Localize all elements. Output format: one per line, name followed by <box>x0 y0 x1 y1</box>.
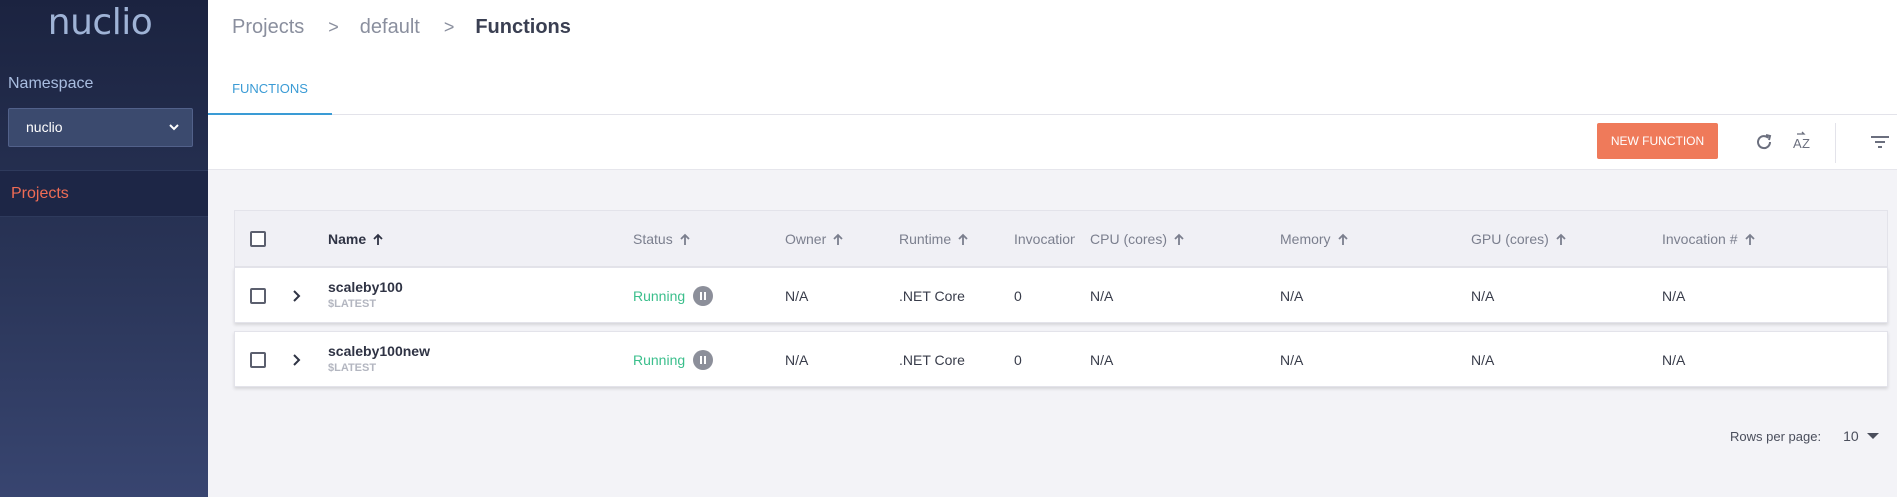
table-header: Name Status Owner Runtime Invocation CPU… <box>234 210 1888 267</box>
column-label: Invocation # <box>1662 231 1738 247</box>
column-label: Name <box>328 231 367 247</box>
sidebar-item-projects[interactable]: Projects <box>0 170 208 217</box>
page-header: Projects > default > Functions FUNCTIONS <box>208 0 1897 115</box>
svg-text:A: A <box>1793 136 1802 151</box>
chevron-down-icon <box>169 124 179 131</box>
gpu-cell: N/A <box>1471 352 1495 368</box>
caret-down-icon[interactable] <box>1866 433 1879 439</box>
new-function-button[interactable]: NEW FUNCTION <box>1597 123 1718 159</box>
table-row[interactable]: scaleby100new $LATEST Running N/A .NET C… <box>234 331 1888 387</box>
column-header-invocation-count[interactable]: Invocation # <box>1662 211 1756 268</box>
function-name[interactable]: scaleby100 <box>328 279 403 295</box>
column-header-name[interactable]: Name <box>328 211 384 268</box>
arrow-up-icon <box>833 233 843 245</box>
column-header-owner[interactable]: Owner <box>785 211 844 268</box>
toolbar: NEW FUNCTION A Z <box>208 115 1897 170</box>
column-header-status[interactable]: Status <box>633 211 691 268</box>
table-row[interactable]: scaleby100 $LATEST Running N/A .NET Core… <box>234 267 1888 323</box>
filter-icon[interactable] <box>1869 131 1891 153</box>
invocation-cell: 0 <box>1014 288 1022 304</box>
row-checkbox[interactable] <box>250 352 266 368</box>
breadcrumb-separator: > <box>443 17 455 37</box>
chevron-right-icon[interactable] <box>289 288 305 304</box>
status-badge: Running <box>633 288 686 304</box>
arrow-up-icon <box>680 233 690 245</box>
svg-text:Z: Z <box>1802 136 1810 151</box>
breadcrumb-default[interactable]: default <box>360 16 420 39</box>
namespace-value: nuclio <box>26 119 63 135</box>
gpu-cell: N/A <box>1471 288 1495 304</box>
arrow-up-icon <box>958 233 968 245</box>
arrow-up-icon <box>1337 233 1348 245</box>
status-badge: Running <box>633 352 686 368</box>
column-label: Memory <box>1280 231 1331 247</box>
select-all-checkbox[interactable] <box>250 231 266 247</box>
pause-icon[interactable] <box>693 350 713 370</box>
breadcrumb-separator: > <box>328 17 339 37</box>
breadcrumb: Projects > default > Functions <box>232 16 571 39</box>
column-label: GPU (cores) <box>1471 231 1549 247</box>
column-header-memory[interactable]: Memory <box>1280 211 1349 268</box>
column-label: CPU (cores) <box>1090 231 1168 247</box>
runtime-cell: .NET Core <box>899 288 965 304</box>
column-header-cpu[interactable]: CPU (cores) <box>1090 211 1185 268</box>
cpu-cell: N/A <box>1090 352 1114 368</box>
function-version: $LATEST <box>328 298 377 310</box>
page-title: Functions <box>475 16 571 38</box>
column-header-invocation[interactable]: Invocation <box>1014 211 1075 268</box>
chevron-right-icon[interactable] <box>289 352 305 368</box>
column-label: Runtime <box>899 231 952 247</box>
toolbar-divider <box>1835 123 1836 163</box>
sidebar: nuclio Namespace nuclio Projects <box>0 0 208 497</box>
invocation-count-cell: N/A <box>1662 352 1686 368</box>
refresh-icon[interactable] <box>1753 131 1775 153</box>
invocation-cell: 0 <box>1014 352 1022 368</box>
namespace-select[interactable]: nuclio <box>8 108 193 147</box>
function-version: $LATEST <box>328 362 377 374</box>
tab-functions[interactable]: FUNCTIONS <box>208 68 332 115</box>
column-label: Invocation <box>1014 231 1075 247</box>
row-checkbox[interactable] <box>250 288 266 304</box>
arrow-up-icon <box>1744 233 1755 245</box>
invocation-count-cell: N/A <box>1662 288 1686 304</box>
column-header-gpu[interactable]: GPU (cores) <box>1471 211 1567 268</box>
owner-cell: N/A <box>785 288 809 304</box>
pause-icon[interactable] <box>693 286 713 306</box>
function-name[interactable]: scaleby100new <box>328 343 430 359</box>
memory-cell: N/A <box>1280 288 1304 304</box>
rows-per-page-label: Rows per page: <box>1730 428 1822 444</box>
sort-az-icon[interactable]: A Z <box>1792 131 1814 153</box>
column-header-runtime[interactable]: Runtime <box>899 211 969 268</box>
arrow-up-icon <box>1556 233 1566 245</box>
column-label: Status <box>633 231 673 247</box>
pagination: Rows per page: 10 <box>1730 428 1879 444</box>
namespace-label: Namespace <box>8 75 94 92</box>
functions-table: Name Status Owner Runtime Invocation CPU… <box>234 210 1888 395</box>
owner-cell: N/A <box>785 352 809 368</box>
arrow-up-icon <box>1174 233 1184 245</box>
breadcrumb-projects[interactable]: Projects <box>232 16 304 39</box>
cpu-cell: N/A <box>1090 288 1114 304</box>
column-label: Owner <box>785 231 827 247</box>
rows-per-page-select[interactable]: 10 <box>1843 428 1859 444</box>
memory-cell: N/A <box>1280 352 1304 368</box>
runtime-cell: .NET Core <box>899 352 965 368</box>
app-logo: nuclio <box>47 2 153 43</box>
arrow-up-icon <box>373 233 383 245</box>
